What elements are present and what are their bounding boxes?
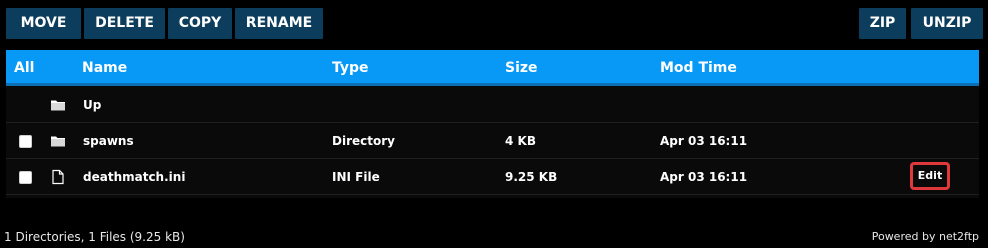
rename-button[interactable]: RENAME <box>235 8 323 39</box>
file-name[interactable]: deathmatch.ini <box>83 159 185 195</box>
header-name[interactable]: Name <box>82 50 127 86</box>
header-all[interactable]: All <box>14 50 34 86</box>
table-row-deathmatch[interactable]: deathmatch.ini INI File 9.25 KB Apr 03 1… <box>6 159 979 195</box>
file-size: 9.25 KB <box>505 170 558 184</box>
file-name[interactable]: spawns <box>83 123 134 159</box>
powered-by-link[interactable]: Powered by net2ftp <box>872 230 979 243</box>
row-checkbox[interactable] <box>19 171 32 184</box>
move-button[interactable]: MOVE <box>6 8 81 39</box>
file-name[interactable]: Up <box>83 87 101 123</box>
file-mod-time: Apr 03 16:11 <box>660 170 748 184</box>
header-mod-time[interactable]: Mod Time <box>660 50 737 86</box>
folder-icon <box>51 136 65 147</box>
file-table: All Name Type Size Mod Time Up spawns Di… <box>6 50 979 198</box>
toolbar: MOVE DELETE COPY RENAME ZIP UNZIP <box>6 8 983 39</box>
copy-button[interactable]: COPY <box>168 8 232 39</box>
table-row-spawns[interactable]: spawns Directory 4 KB Apr 03 16:11 <box>6 123 979 159</box>
unzip-button[interactable]: UNZIP <box>911 8 983 39</box>
table-header: All Name Type Size Mod Time <box>6 50 979 86</box>
header-type[interactable]: Type <box>332 50 369 86</box>
file-size: 4 KB <box>505 134 536 148</box>
folder-icon <box>51 100 65 111</box>
zip-button[interactable]: ZIP <box>859 8 906 39</box>
file-type: INI File <box>332 170 380 184</box>
header-size[interactable]: Size <box>505 50 538 86</box>
directory-summary: 1 Directories, 1 Files (9.25 kB) <box>4 230 185 244</box>
file-icon <box>52 169 64 185</box>
file-type: Directory <box>332 134 395 148</box>
row-checkbox[interactable] <box>19 135 32 148</box>
edit-button[interactable]: Edit <box>910 162 950 190</box>
delete-button[interactable]: DELETE <box>84 8 165 39</box>
table-row-up[interactable]: Up <box>6 87 979 123</box>
file-mod-time: Apr 03 16:11 <box>660 134 748 148</box>
